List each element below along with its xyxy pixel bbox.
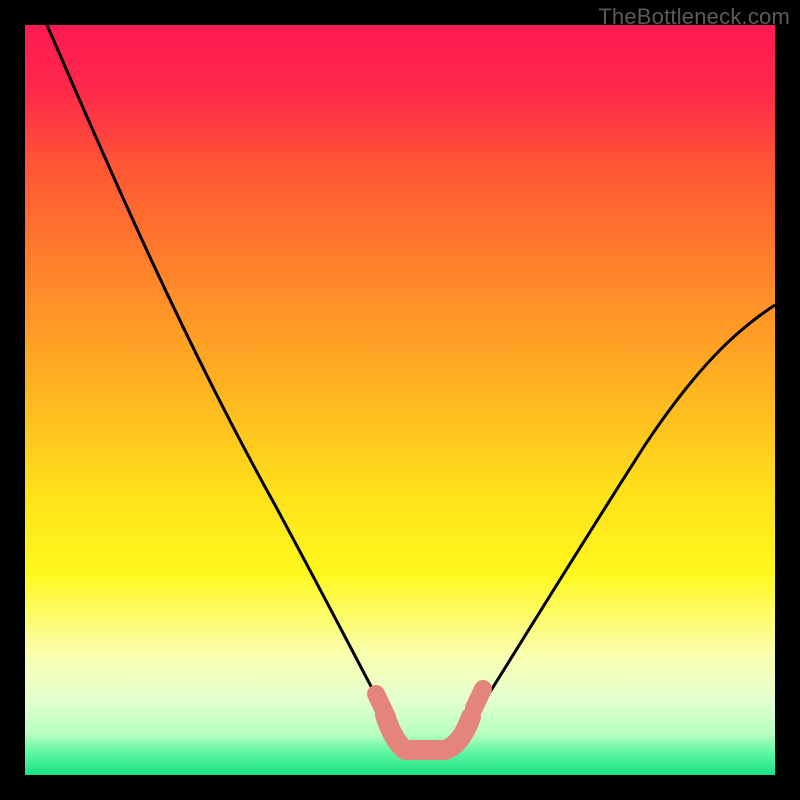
chart-plot-area	[25, 25, 775, 775]
curve-right-branch	[463, 305, 775, 735]
valley-marker-right-dot	[474, 689, 483, 708]
valley-marker-left-dot	[376, 694, 387, 717]
chart-frame: TheBottleneck.com	[0, 0, 800, 800]
bottleneck-curve	[25, 25, 775, 775]
curve-left-branch	[47, 25, 397, 735]
watermark-text: TheBottleneck.com	[598, 4, 790, 30]
valley-marker	[385, 715, 471, 750]
